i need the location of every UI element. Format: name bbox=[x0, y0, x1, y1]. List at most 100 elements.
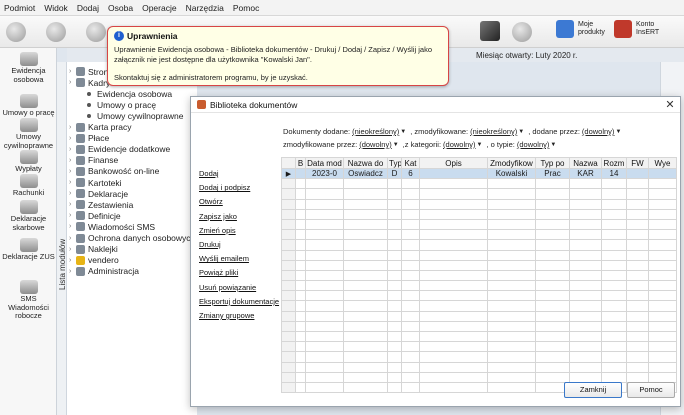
chevron-right-icon[interactable]: › bbox=[69, 246, 76, 253]
chevron-right-icon[interactable]: › bbox=[69, 190, 76, 197]
menu-item[interactable]: Operacje bbox=[142, 3, 177, 13]
zamknij-button[interactable]: Zamknij bbox=[564, 382, 622, 398]
konto-insert-button[interactable]: Konto InsERT bbox=[614, 20, 670, 38]
chevron-down-icon[interactable]: ▼ bbox=[477, 142, 483, 148]
cloud-icon[interactable] bbox=[512, 22, 532, 42]
tree-item[interactable]: › Kadry bbox=[69, 77, 110, 88]
menu-item[interactable]: Widok bbox=[44, 3, 68, 13]
action-link[interactable]: Dodaj bbox=[199, 169, 279, 183]
column-header[interactable]: Wye bbox=[648, 157, 677, 169]
menu-item[interactable]: Dodaj bbox=[77, 3, 99, 13]
column-header[interactable]: Kat bbox=[401, 157, 420, 169]
tree-item[interactable]: › Administracja bbox=[69, 266, 139, 277]
filter-dodane-przez-select[interactable]: (dowolny) bbox=[582, 127, 615, 136]
chevron-right-icon[interactable]: › bbox=[69, 135, 76, 142]
moje-produkty-button[interactable]: Moje produkty bbox=[556, 20, 612, 38]
action-link[interactable]: Dodaj i podpisz bbox=[199, 183, 279, 197]
tree-item[interactable]: › Zestawienia bbox=[69, 199, 133, 210]
tree-item[interactable]: › Kartoteki bbox=[69, 177, 122, 188]
chevron-right-icon[interactable]: › bbox=[69, 223, 76, 230]
module-contract[interactable]: Umowy o pracę bbox=[0, 94, 57, 118]
column-header[interactable]: Nazwa bbox=[569, 157, 602, 169]
filter-kategoria-select[interactable]: (dowolny) bbox=[443, 140, 476, 149]
column-header[interactable]: Typ bbox=[387, 157, 402, 169]
action-link[interactable]: Eksportuj dokumentacje bbox=[199, 297, 279, 311]
chevron-right-icon[interactable]: › bbox=[69, 257, 76, 264]
module-contract-civil[interactable]: Umowy cywilnoprawne bbox=[0, 118, 57, 150]
chevron-down-icon[interactable]: ▼ bbox=[518, 129, 524, 135]
column-header[interactable]: B bbox=[295, 157, 306, 169]
action-link[interactable]: Zmiany grupowe bbox=[199, 311, 279, 325]
action-link[interactable]: Zapisz jako bbox=[199, 212, 279, 226]
module-tax[interactable]: Deklaracje skarbowe bbox=[0, 200, 57, 232]
tree-item[interactable]: Umowy cywilnoprawne bbox=[69, 110, 183, 121]
tree-item[interactable]: › Karta pracy bbox=[69, 122, 131, 133]
column-header[interactable]: Nazwa do bbox=[343, 157, 388, 169]
tree-item[interactable]: Ewidencja osobowa bbox=[69, 88, 172, 99]
forward-icon[interactable] bbox=[46, 22, 66, 42]
chevron-right-icon[interactable]: › bbox=[69, 168, 76, 175]
tree-item[interactable]: › Płace bbox=[69, 133, 109, 144]
filter-typ-select[interactable]: (dowolny) bbox=[517, 140, 550, 149]
tree-item[interactable]: Umowy o pracę bbox=[69, 99, 156, 110]
filter-zmod-przez-select[interactable]: (dowolny) bbox=[359, 140, 392, 149]
tree-item[interactable]: › Definicje bbox=[69, 210, 121, 221]
tree-item[interactable]: › Deklaracje bbox=[69, 188, 128, 199]
module-zus[interactable]: Deklaracje ZUS bbox=[0, 238, 57, 262]
module-bills[interactable]: Rachunki bbox=[0, 174, 57, 198]
tree-item[interactable]: › Wiadomości SMS bbox=[69, 221, 155, 232]
action-link[interactable]: Zmień opis bbox=[199, 226, 279, 240]
action-link[interactable]: Powiąż pliki bbox=[199, 268, 279, 282]
chevron-right-icon[interactable]: › bbox=[69, 79, 76, 86]
chevron-down-icon[interactable]: ▼ bbox=[550, 142, 556, 148]
menu-item[interactable]: Osoba bbox=[108, 3, 133, 13]
tree-item[interactable]: › Ochrona danych osobowych bbox=[69, 233, 195, 244]
chevron-down-icon[interactable]: ▼ bbox=[393, 142, 399, 148]
tool-icon[interactable] bbox=[86, 22, 106, 42]
module-sms[interactable]: SMS Wiadomości robocze bbox=[0, 280, 57, 321]
column-header[interactable]: Rozm bbox=[601, 157, 627, 169]
table-cell bbox=[601, 351, 627, 363]
chevron-right-icon[interactable]: › bbox=[69, 201, 76, 208]
chevron-right-icon[interactable]: › bbox=[69, 124, 76, 131]
cube-icon[interactable] bbox=[480, 21, 500, 41]
column-header[interactable]: Opis bbox=[419, 157, 488, 169]
chevron-down-icon[interactable]: ▼ bbox=[615, 129, 621, 135]
module-icon bbox=[76, 133, 85, 143]
chevron-right-icon[interactable]: › bbox=[69, 68, 76, 75]
tree-item[interactable]: › vendero bbox=[69, 255, 119, 266]
column-header[interactable]: Zmodyfikow bbox=[487, 157, 536, 169]
column-header[interactable] bbox=[281, 157, 296, 169]
filter-zmodyfikowane-select[interactable]: (nieokreślony) bbox=[470, 127, 517, 136]
tree-item[interactable]: › Finanse bbox=[69, 155, 118, 166]
menu-item[interactable]: Podmiot bbox=[4, 3, 35, 13]
menu-item[interactable]: Pomoc bbox=[233, 3, 259, 13]
chevron-right-icon[interactable]: › bbox=[69, 268, 76, 275]
column-header[interactable]: FW bbox=[626, 157, 649, 169]
column-header[interactable]: Data mod bbox=[305, 157, 344, 169]
pomoc-button[interactable]: Pomoc bbox=[627, 382, 675, 398]
chevron-right-icon[interactable]: › bbox=[69, 235, 76, 242]
tree-item[interactable]: › Bankowość on-line bbox=[69, 166, 159, 177]
table-cell bbox=[648, 208, 677, 220]
module-payout[interactable]: Wypłaty bbox=[0, 150, 57, 174]
chevron-down-icon[interactable]: ▼ bbox=[400, 129, 406, 135]
action-link[interactable]: Usuń powiązanie bbox=[199, 283, 279, 297]
table-row[interactable]: ▶ 2023-0 Oswiadcz D 6 Kowalski Prac KAR 14 bbox=[281, 167, 677, 180]
close-icon[interactable]: ✕ bbox=[664, 98, 676, 111]
menu-item[interactable]: Narzędzia bbox=[186, 3, 224, 13]
chevron-right-icon[interactable]: › bbox=[69, 157, 76, 164]
action-link[interactable]: Otwórz bbox=[199, 197, 279, 211]
module-people[interactable]: Ewidencja osobowa bbox=[0, 52, 57, 84]
tree-item[interactable]: › Ewidencje dodatkowe bbox=[69, 144, 170, 155]
chevron-right-icon[interactable]: › bbox=[69, 179, 76, 186]
column-header[interactable]: Typ po bbox=[535, 157, 570, 169]
table-cell bbox=[569, 198, 602, 210]
back-icon[interactable] bbox=[6, 22, 26, 42]
chevron-right-icon[interactable]: › bbox=[69, 212, 76, 219]
filter-dodane-select[interactable]: (nieokreślony) bbox=[352, 127, 399, 136]
action-link[interactable]: Wyślij emailem bbox=[199, 254, 279, 268]
chevron-right-icon[interactable]: › bbox=[69, 146, 76, 153]
action-link[interactable]: Drukuj bbox=[199, 240, 279, 254]
tree-item[interactable]: › Naklejki bbox=[69, 244, 118, 255]
